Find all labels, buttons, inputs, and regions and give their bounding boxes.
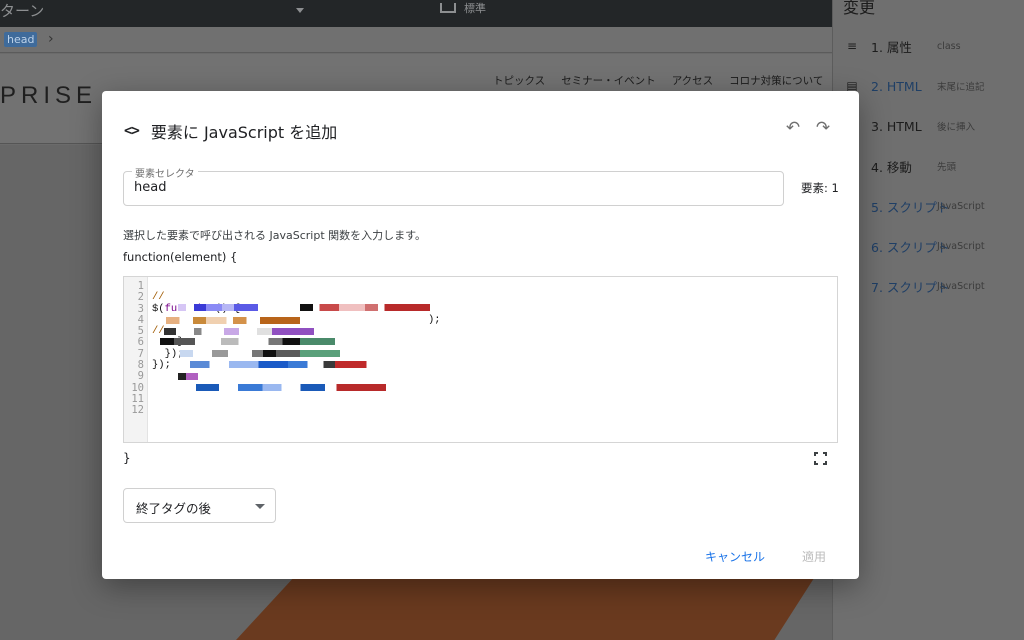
element-selector-field[interactable]: 要素セレクタ [123, 165, 784, 206]
function-close: } [123, 451, 131, 465]
change-item-label: 3. HTML [871, 118, 922, 134]
changes-panel: 変更 ≡ 1. 属性 class ▤ 2. HTML 末尾に追記 ▤ 3. HT… [832, 0, 1024, 640]
line-number: 12 [131, 404, 144, 417]
change-item[interactable]: 5. スクリプト JavaScript [833, 186, 1024, 226]
chevron-down-icon [255, 504, 265, 509]
fullscreen-icon[interactable] [814, 452, 827, 465]
site-nav-item: アクセス [671, 75, 714, 87]
change-item-label: 2. HTML [871, 78, 922, 94]
list-icon: ≡ [846, 39, 858, 53]
changes-panel-title: 変更 [843, 0, 876, 17]
dialog-title-row: <> 要素に JavaScript を追加 [124, 119, 337, 143]
line-number: 1 [137, 280, 144, 292]
change-item[interactable]: ✥ 4. 移動 先頭 [833, 146, 1024, 186]
code-editor[interactable]: 1 2 3 4 5 6 7 8 9 10 11 12 //$(function(… [123, 276, 838, 443]
change-item[interactable]: ▤ 2. HTML 末尾に追記 [833, 66, 1024, 106]
code-icon: <> [124, 123, 140, 139]
change-item-sub: 後に挿入 [937, 122, 976, 133]
monitor-icon [440, 3, 456, 13]
change-item-label: 4. 移動 [871, 159, 912, 175]
change-item-sub: class [937, 40, 961, 52]
variant-title: ターン [0, 2, 45, 20]
code-content[interactable]: //$(function() {);// } });}); [152, 281, 441, 371]
obfuscated-code [300, 304, 430, 311]
variant-dropdown-icon[interactable] [296, 8, 304, 13]
decorative-shape [236, 575, 296, 640]
cancel-button[interactable]: キャンセル [705, 548, 765, 565]
change-item-label: 7. スクリプト [871, 279, 950, 295]
function-signature: function(element) { [123, 250, 238, 264]
change-item-sub: JavaScript [937, 240, 985, 252]
undo-icon[interactable]: ↶ [783, 118, 803, 138]
insert-position-select[interactable]: 終了タグの後 [123, 488, 276, 523]
site-logo: PRISE [0, 82, 98, 109]
line-number: 2 [137, 291, 144, 304]
apply-button[interactable]: 適用 [802, 548, 826, 565]
change-item[interactable]: ▤ 3. HTML 後に挿入 [833, 106, 1024, 146]
site-nav-item: トピックス [493, 75, 546, 87]
change-item[interactable]: ≡ 1. 属性 class [833, 26, 1024, 66]
change-item[interactable]: 7. スクリプト JavaScript [833, 266, 1024, 306]
decorative-shape [296, 575, 816, 640]
change-item-sub: JavaScript [937, 280, 985, 292]
element-selector-input[interactable] [134, 180, 754, 195]
obfuscated-code [178, 304, 258, 311]
obfuscated-code [164, 328, 314, 335]
chevron-right-icon: › [48, 31, 54, 47]
device-label: 標準 [464, 2, 486, 15]
obfuscated-code [166, 317, 300, 324]
obfuscated-code [160, 338, 335, 345]
element-breadcrumb: head › [0, 27, 832, 53]
line-number-gutter: 1 2 3 4 5 6 7 8 9 10 11 12 [124, 277, 148, 442]
redo-icon[interactable]: ↷ [813, 118, 833, 138]
breadcrumb-head-chip[interactable]: head [4, 32, 38, 47]
line-number: 9 [137, 370, 144, 383]
obfuscated-code [196, 384, 386, 391]
change-item-label: 6. スクリプト [871, 239, 950, 255]
site-nav-item: セミナー・イベント [561, 75, 656, 87]
change-item-label: 5. スクリプト [871, 199, 950, 215]
site-nav-item: コロナ対策について [729, 75, 824, 87]
device-selector[interactable]: 標準 [440, 0, 486, 16]
element-count: 要素: 1 [801, 181, 839, 195]
description-text: 選択した要素で呼び出される JavaScript 関数を入力します。 [123, 229, 427, 242]
obfuscated-code [190, 361, 386, 368]
dialog-title: 要素に JavaScript を追加 [150, 123, 338, 142]
change-item-sub: 末尾に追記 [937, 82, 985, 93]
add-javascript-dialog: <> 要素に JavaScript を追加 ↶ ↷ 要素セレクタ 要素: 1 選… [102, 91, 859, 579]
editor-topbar: ターン 標準 [0, 0, 832, 27]
change-item-sub: 先頭 [937, 162, 957, 173]
change-item[interactable]: 6. スクリプト JavaScript [833, 226, 1024, 266]
obfuscated-code [178, 373, 198, 380]
insert-position-value: 終了タグの後 [136, 501, 212, 516]
site-nav: トピックス セミナー・イベント アクセス コロナ対策について [493, 73, 823, 88]
change-item-sub: JavaScript [937, 200, 985, 212]
obfuscated-code [180, 350, 340, 357]
element-selector-label: 要素セレクタ [132, 165, 198, 180]
change-item-label: 1. 属性 [871, 39, 912, 55]
